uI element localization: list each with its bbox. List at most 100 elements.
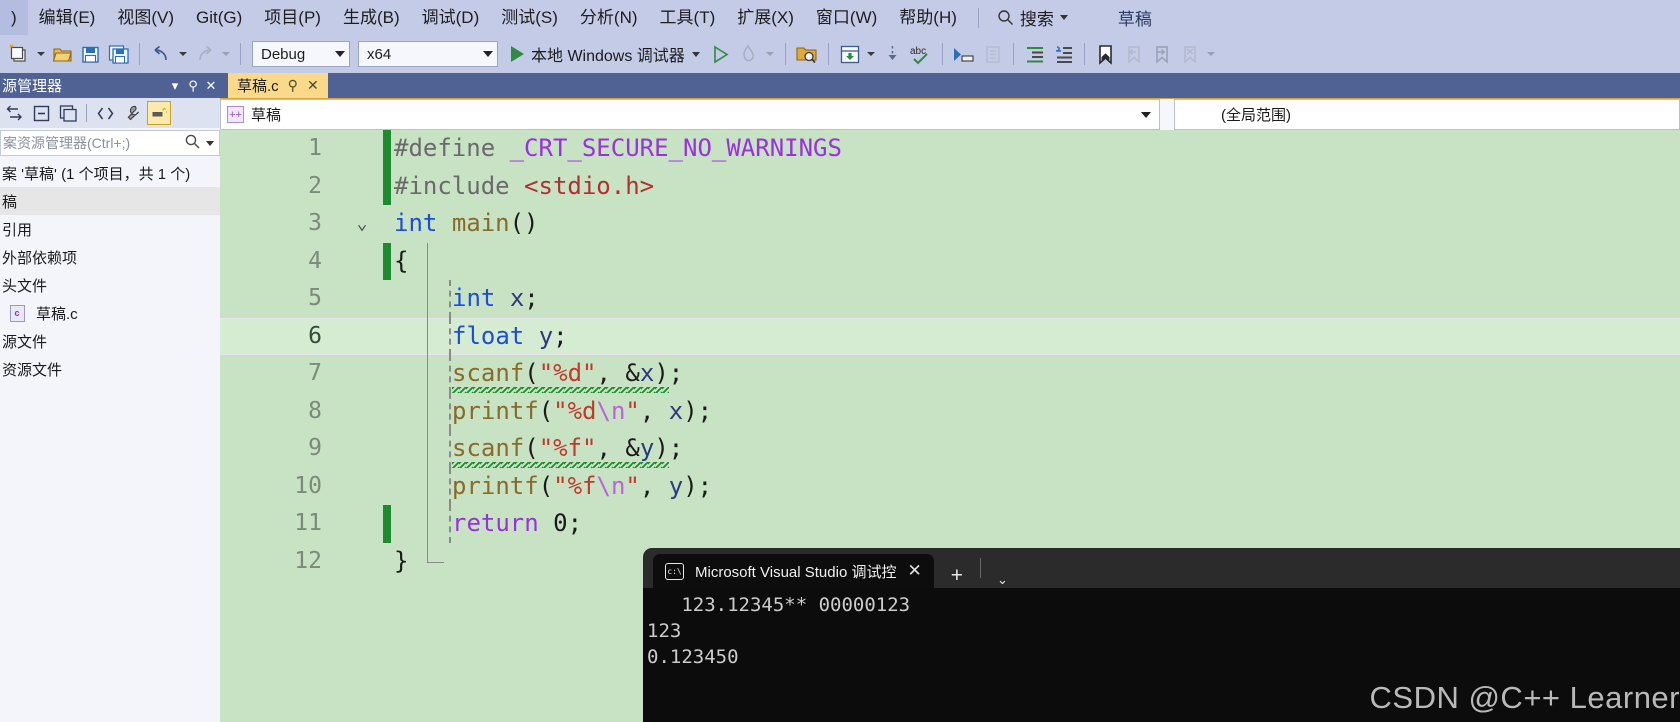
- new-project-icon[interactable]: [6, 39, 32, 69]
- menu-debug[interactable]: 调试(D): [411, 0, 491, 35]
- code-line-4[interactable]: 4 {: [220, 242, 1680, 280]
- collapse-all-icon[interactable]: [29, 101, 53, 125]
- menu-window[interactable]: 窗口(W): [805, 0, 888, 35]
- redo-dropdown-icon[interactable]: [219, 39, 232, 69]
- code-line-2[interactable]: 2 #include <stdio.h>: [220, 167, 1680, 205]
- menu-extensions[interactable]: 扩展(X): [726, 0, 805, 35]
- save-all-icon[interactable]: [105, 39, 131, 69]
- change-marker: [383, 505, 391, 543]
- toolbar-divider-4: [827, 43, 829, 65]
- change-marker: [383, 130, 391, 168]
- start-debugging-label: 本地 Windows 调试器: [531, 48, 685, 65]
- project-scope-select[interactable]: ++ 草稿: [220, 99, 1160, 130]
- code-line-9[interactable]: 9 scanf("%f", &y);: [220, 430, 1680, 468]
- menu-view[interactable]: 视图(V): [106, 0, 185, 35]
- next-bookmark-icon[interactable]: [1149, 39, 1175, 69]
- step-into-icon[interactable]: [880, 39, 906, 69]
- solution-configuration-select[interactable]: Debug: [252, 41, 350, 67]
- code-line-10[interactable]: 10 printf("%f\n", y);: [220, 467, 1680, 505]
- start-debugging-button[interactable]: 本地 Windows 调试器: [503, 39, 706, 69]
- preview-selected-items-icon[interactable]: [147, 101, 171, 125]
- member-scope-select[interactable]: (全局范围): [1174, 99, 1680, 130]
- indent-icon[interactable]: [1022, 39, 1048, 69]
- standard-toolbar: Debug x64 本地 Windows 调试器 abc: [0, 35, 1680, 73]
- new-project-dropdown-icon[interactable]: [34, 39, 47, 69]
- code-line-7[interactable]: 7 scanf("%d", &x);: [220, 355, 1680, 393]
- undo-icon[interactable]: [148, 39, 174, 69]
- header-files-node[interactable]: 头文件: [0, 271, 220, 299]
- solution-node[interactable]: 案 '草稿' (1 个项目，共 1 个): [0, 159, 220, 187]
- code-line-1[interactable]: 1 #define _CRT_SECURE_NO_WARNINGS: [220, 130, 1680, 168]
- external-dependencies-node-label: 外部依赖项: [2, 249, 78, 267]
- warning-squiggle-scanf-d: scanf("%d", &x): [452, 359, 669, 393]
- attach-process-icon[interactable]: [794, 39, 820, 69]
- menu-project[interactable]: 项目(P): [253, 0, 332, 35]
- back-forward-icon[interactable]: [2, 101, 26, 125]
- comment-icon[interactable]: [951, 39, 977, 69]
- solution-platform-select[interactable]: x64: [358, 41, 498, 67]
- code-line-5[interactable]: 5 int x;: [220, 280, 1680, 318]
- window-layout-dropdown-icon[interactable]: [865, 39, 878, 69]
- properties-icon[interactable]: [120, 101, 144, 125]
- spell-check-icon[interactable]: abc: [908, 39, 934, 69]
- resource-files-node[interactable]: 资源文件: [0, 355, 220, 383]
- pin-icon[interactable]: ⚲: [288, 77, 298, 94]
- uncomment-icon[interactable]: [979, 39, 1005, 69]
- source-files-node[interactable]: 源文件: [0, 327, 220, 355]
- close-icon[interactable]: ✕: [307, 77, 319, 94]
- close-icon[interactable]: ✕: [202, 78, 220, 94]
- outdent-icon[interactable]: [1050, 39, 1076, 69]
- chevron-down-icon[interactable]: ⌄: [981, 572, 1024, 588]
- save-icon[interactable]: [77, 39, 103, 69]
- resource-files-node-label: 资源文件: [2, 361, 63, 379]
- terminal-tab[interactable]: c:\ Microsoft Visual Studio 调试控 ✕: [653, 554, 934, 588]
- menu-test[interactable]: 测试(S): [490, 0, 569, 35]
- start-without-debugging-icon[interactable]: [708, 39, 734, 69]
- show-all-files-icon[interactable]: [56, 101, 80, 125]
- new-terminal-button[interactable]: +: [934, 564, 980, 588]
- solution-explorer-search-input[interactable]: 案资源管理器(Ctrl+;): [0, 130, 220, 156]
- external-dependencies-node[interactable]: 外部依赖项: [0, 243, 220, 271]
- clear-bookmarks-icon[interactable]: [1177, 39, 1203, 69]
- chevron-down-icon: [1141, 111, 1151, 118]
- search-icon[interactable]: [184, 133, 201, 153]
- toolbar-overflow-icon[interactable]: [1205, 39, 1218, 69]
- terminal-tab-label: Microsoft Visual Studio 调试控: [695, 563, 897, 581]
- code-view-icon[interactable]: [93, 101, 117, 125]
- bookmark-icon[interactable]: [1093, 39, 1119, 69]
- code-line-3[interactable]: 3 ⌄ int main(): [220, 205, 1680, 243]
- undo-dropdown-icon[interactable]: [176, 39, 189, 69]
- code-line-6[interactable]: 6 float y;: [220, 317, 1680, 355]
- menu-git[interactable]: Git(G): [185, 0, 253, 35]
- code-text: printf("%f\n", y);: [452, 471, 713, 500]
- solution-node-label: 案 '草稿' (1 个项目，共 1 个): [2, 165, 191, 183]
- window-layout-icon[interactable]: [837, 39, 863, 69]
- code-line-11[interactable]: 11 return 0;: [220, 505, 1680, 543]
- hot-reload-dropdown-icon[interactable]: [764, 39, 777, 69]
- menu-edit[interactable]: 编辑(E): [28, 0, 107, 35]
- close-icon[interactable]: ✕: [907, 561, 921, 581]
- menu-build[interactable]: 生成(B): [332, 0, 411, 35]
- play-icon: [511, 46, 524, 62]
- source-file-node[interactable]: c 草稿.c: [0, 299, 220, 327]
- references-node[interactable]: 引用: [0, 215, 220, 243]
- menu-help[interactable]: 帮助(H): [888, 0, 968, 35]
- line-number: 2: [308, 172, 322, 199]
- menu-file-partial[interactable]: ): [0, 0, 28, 35]
- document-tab-草稿-c[interactable]: 草稿.c ⚲ ✕: [228, 73, 328, 98]
- pin-icon[interactable]: ⚲: [184, 78, 202, 94]
- menu-tools[interactable]: 工具(T): [649, 0, 727, 35]
- prev-bookmark-icon[interactable]: [1121, 39, 1147, 69]
- code-line-8[interactable]: 8 printf("%d\n", x);: [220, 392, 1680, 430]
- project-node[interactable]: 稿: [0, 187, 220, 215]
- menu-analyze[interactable]: 分析(N): [569, 0, 649, 35]
- line-number: 5: [308, 285, 322, 311]
- open-file-icon[interactable]: [49, 39, 75, 69]
- redo-icon[interactable]: [191, 39, 217, 69]
- search-box[interactable]: 搜索: [989, 0, 1076, 35]
- brace-guide: [427, 317, 428, 355]
- fold-toggle[interactable]: ⌄: [340, 205, 384, 243]
- chevron-down-icon[interactable]: ▾: [166, 78, 184, 94]
- hot-reload-icon[interactable]: [736, 39, 762, 69]
- chevron-down-icon[interactable]: [206, 140, 214, 146]
